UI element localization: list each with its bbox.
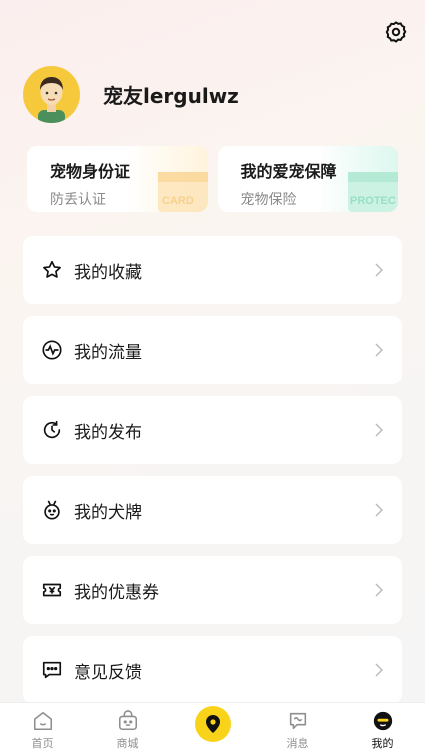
refresh-icon <box>41 419 63 441</box>
star-icon <box>41 259 63 281</box>
menu-label: 我的发布 <box>74 422 142 443</box>
profile-icon <box>373 711 392 731</box>
menu-item-traffic[interactable]: 我的流量 <box>23 316 402 384</box>
pet-id-card[interactable]: 宠物身份证 防丢认证 CARD <box>27 146 208 212</box>
profile-header[interactable]: 宠友lergulwz <box>23 66 239 123</box>
tab-label: 消息 <box>286 737 309 750</box>
menu-label: 我的收藏 <box>74 262 142 283</box>
menu-label: 我的流量 <box>74 342 142 363</box>
card-illustration-icon: PROTEC <box>348 172 398 212</box>
avatar[interactable] <box>23 66 80 123</box>
menu-item-feedback[interactable]: 意见反馈 <box>23 636 402 704</box>
username: 宠友lergulwz <box>103 84 239 108</box>
settings-button[interactable] <box>383 19 409 45</box>
coupon-icon <box>41 579 63 601</box>
svg-text:PROTEC: PROTEC <box>350 195 396 207</box>
menu-item-dog-tag[interactable]: 我的犬牌 <box>23 476 402 544</box>
tab-messages[interactable]: 消息 <box>255 703 340 756</box>
tab-label: 首页 <box>31 737 54 750</box>
bottom-tab-bar: 首页 商城 消息 我的 <box>0 702 425 756</box>
menu-item-posts[interactable]: 我的发布 <box>23 396 402 464</box>
message-icon <box>289 712 306 730</box>
gear-icon <box>385 21 407 43</box>
location-icon <box>205 715 220 733</box>
chevron-right-icon <box>375 583 384 597</box>
dog-tag-icon <box>41 499 63 521</box>
feature-cards: 宠物身份证 防丢认证 CARD 我的爱宠保障 宠物保险 PROTEC <box>27 146 398 212</box>
chevron-right-icon <box>375 663 384 677</box>
svg-text:CARD: CARD <box>162 195 194 207</box>
chevron-right-icon <box>375 423 384 437</box>
tab-label: 商城 <box>116 737 139 750</box>
location-button[interactable] <box>194 706 231 742</box>
tab-profile[interactable]: 我的 <box>340 703 425 756</box>
home-icon <box>33 711 52 731</box>
menu-list: 我的收藏 我的流量 我的发布 我的犬牌 我的优惠券 意见反馈 <box>23 236 402 716</box>
pulse-icon <box>41 339 63 361</box>
card-illustration-icon: CARD <box>157 172 208 212</box>
chevron-right-icon <box>375 263 384 277</box>
menu-item-favorites[interactable]: 我的收藏 <box>23 236 402 304</box>
tab-location[interactable] <box>170 703 255 756</box>
menu-label: 意见反馈 <box>74 662 142 683</box>
tab-label: 我的 <box>371 737 394 750</box>
menu-label: 我的犬牌 <box>74 502 142 523</box>
chevron-right-icon <box>375 503 384 517</box>
tab-shop[interactable]: 商城 <box>85 703 170 756</box>
tab-home[interactable]: 首页 <box>0 703 85 756</box>
feedback-icon <box>41 659 63 681</box>
pet-insurance-card[interactable]: 我的爱宠保障 宠物保险 PROTEC <box>217 146 398 212</box>
chevron-right-icon <box>375 343 384 357</box>
shop-icon <box>118 710 137 731</box>
menu-item-coupons[interactable]: 我的优惠券 <box>23 556 402 624</box>
menu-label: 我的优惠券 <box>74 582 159 603</box>
